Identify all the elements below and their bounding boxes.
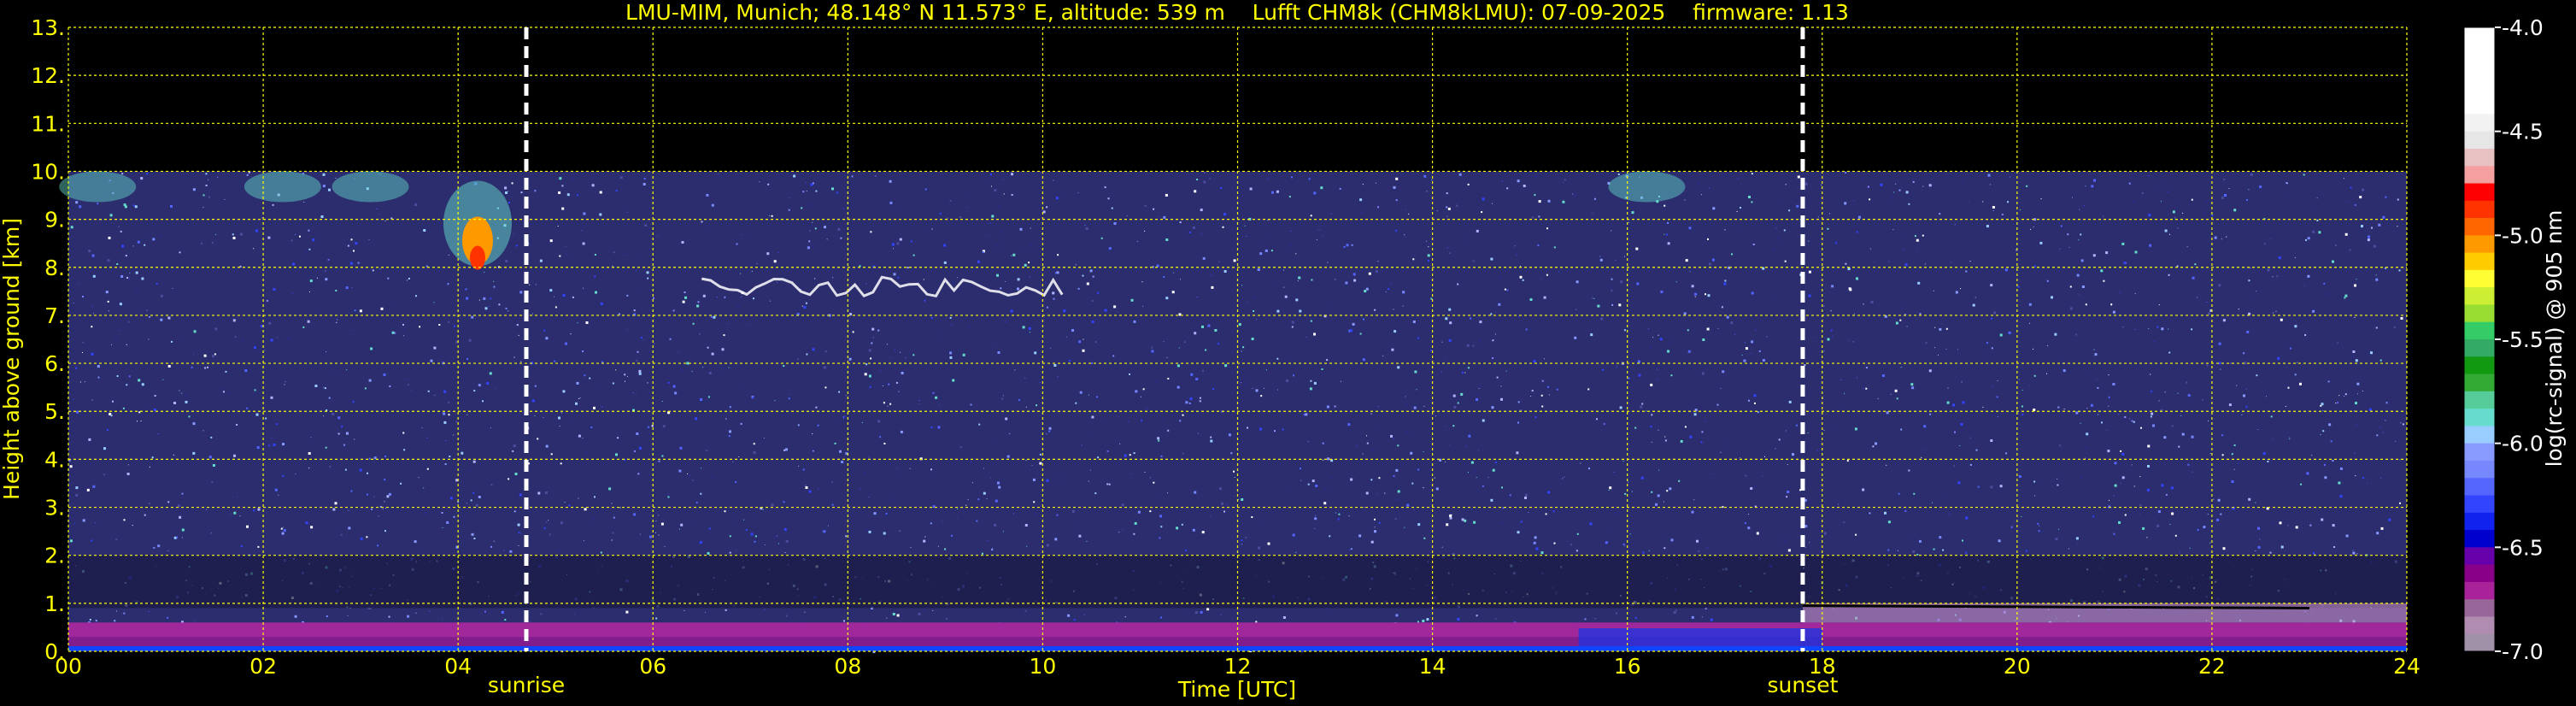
y-tick-label: 3. (44, 496, 65, 521)
colorbar-tick-label: -5.5 (2502, 327, 2544, 352)
colorbar-segment (2464, 581, 2495, 600)
colorbar-segment (2464, 27, 2495, 45)
colorbar-segment (2464, 356, 2495, 375)
colorbar-tick-label: -4.5 (2502, 120, 2544, 144)
x-tick-label: 14 (1419, 654, 1446, 679)
x-tick-label: 16 (1614, 654, 1641, 679)
y-tick-label: 11. (31, 111, 65, 136)
colorbar-segment (2464, 79, 2495, 97)
y-tick-label: 1. (44, 591, 65, 616)
colorbar-segment (2464, 443, 2495, 462)
x-tick-label: 08 (834, 654, 861, 679)
ceilometer-chart: LMU-MIM, Munich; 48.148° N 11.573° E, al… (0, 0, 2576, 706)
x-axis-label: Time [UTC] (1177, 677, 1296, 702)
colorbar-segment (2464, 252, 2495, 271)
x-tick-label: 06 (639, 654, 666, 679)
colorbar-segment (2464, 183, 2495, 202)
colorbar-tick-label: -7.0 (2502, 639, 2544, 664)
colorbar-segment (2464, 478, 2495, 496)
colorbar-segment (2464, 44, 2495, 63)
colorbar-segment (2464, 269, 2495, 288)
colorbar-segment (2464, 235, 2495, 254)
y-axis-label: Height above ground [km] (0, 218, 24, 500)
colorbar-segment (2464, 339, 2495, 357)
x-tick-label: 20 (2004, 654, 2031, 679)
colorbar (2463, 26, 2496, 652)
y-tick-label: 2. (44, 544, 65, 568)
colorbar-segment (2464, 460, 2495, 479)
y-tick-label: 4. (44, 447, 65, 472)
colorbar-segment (2464, 530, 2495, 548)
colorbar-segment (2464, 599, 2495, 617)
x-tick-label: 12 (1224, 654, 1252, 679)
colorbar-segment (2464, 374, 2495, 392)
colorbar-segment (2464, 495, 2495, 514)
colorbar-tick-label: -5.0 (2502, 223, 2544, 248)
upper-signal-streak (1608, 171, 1686, 203)
y-tick-label: 5. (44, 399, 65, 424)
colorbar-segment (2464, 321, 2495, 340)
colorbar-segment (2464, 114, 2495, 132)
chart-title: LMU-MIM, Munich; 48.148° N 11.573° E, al… (625, 0, 1849, 25)
x-tick-label: 10 (1030, 654, 1057, 679)
y-tick-label: 12. (31, 63, 65, 88)
colorbar-segment (2464, 633, 2495, 652)
colorbar-segment (2464, 148, 2495, 167)
colorbar-segment (2464, 304, 2495, 323)
colorbar-segment (2464, 391, 2495, 409)
colorbar-segment (2464, 512, 2495, 531)
upper-signal-streak (59, 171, 137, 203)
colorbar-segment (2464, 131, 2495, 150)
colorbar-segment (2464, 218, 2495, 236)
y-tick-label: 13. (31, 15, 65, 40)
event-label: sunrise (488, 673, 565, 697)
colorbar-segment (2464, 547, 2495, 566)
colorbar-segment (2464, 564, 2495, 583)
y-tick-label: 9. (44, 208, 65, 232)
colorbar-segment (2464, 62, 2495, 80)
colorbar-label: log(rc-signal) @ 905 nm (2542, 210, 2567, 468)
y-tick-label: 6. (44, 351, 65, 376)
colorbar-segment (2464, 409, 2495, 427)
y-tick-label: 7. (44, 303, 65, 328)
x-tick-label: 04 (444, 654, 472, 679)
y-tick-label: 10. (31, 159, 65, 184)
y-tick-label: 8. (44, 256, 65, 280)
colorbar-tick-label: -6.0 (2502, 432, 2544, 456)
colorbar-segment (2464, 616, 2495, 635)
colorbar-segment (2464, 426, 2495, 444)
upper-signal-streak (332, 171, 409, 203)
x-tick-label: 22 (2198, 654, 2226, 679)
x-tick-label: 24 (2393, 654, 2421, 679)
colorbar-segment (2464, 166, 2495, 184)
cloud-patch-core (469, 245, 485, 270)
colorbar-segment (2464, 97, 2495, 115)
x-tick-label: 18 (1809, 654, 1836, 679)
upper-signal-streak (244, 171, 321, 203)
colorbar-segment (2464, 200, 2495, 219)
colorbar-tick-label: -6.5 (2502, 535, 2544, 560)
x-tick-label: 02 (249, 654, 277, 679)
colorbar-segment (2464, 287, 2495, 305)
y-tick-label: 0. (44, 639, 65, 664)
colorbar-tick-label: -4.0 (2502, 15, 2544, 40)
